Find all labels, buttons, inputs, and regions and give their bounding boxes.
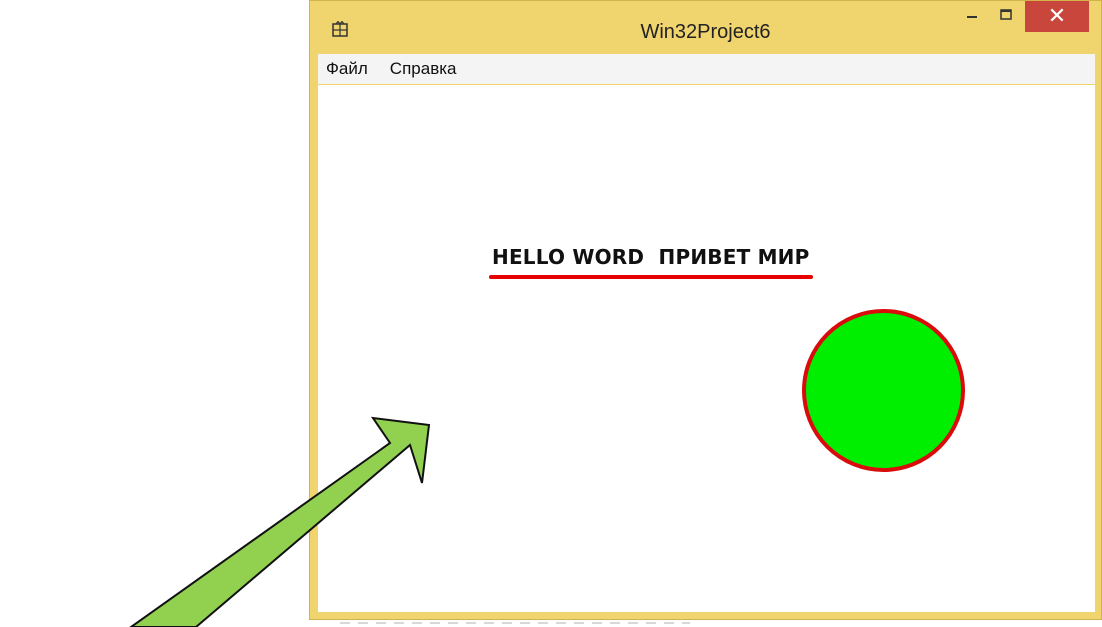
green-circle [802,309,965,472]
maximize-icon [1000,9,1012,20]
hello-text: HELLO WORD ПРИВЕТ МИР [492,245,810,269]
close-icon: ✕ [1047,3,1067,29]
red-underline [489,275,813,279]
menu-help[interactable]: Справка [388,57,459,81]
minimize-icon [967,16,977,18]
client-area[interactable]: HELLO WORD ПРИВЕТ МИР [318,85,1095,612]
menu-file[interactable]: Файл [324,57,370,81]
window-edge-strip [340,620,700,626]
minimize-button[interactable] [956,1,988,29]
app-window: Win32Project6 ✕ Файл Справка HELLO WORD … [309,0,1102,620]
close-button[interactable]: ✕ [1025,1,1089,32]
title-bar[interactable]: Win32Project6 ✕ [310,1,1101,51]
menu-bar: Файл Справка [318,54,1095,84]
maximize-button[interactable] [990,1,1022,29]
